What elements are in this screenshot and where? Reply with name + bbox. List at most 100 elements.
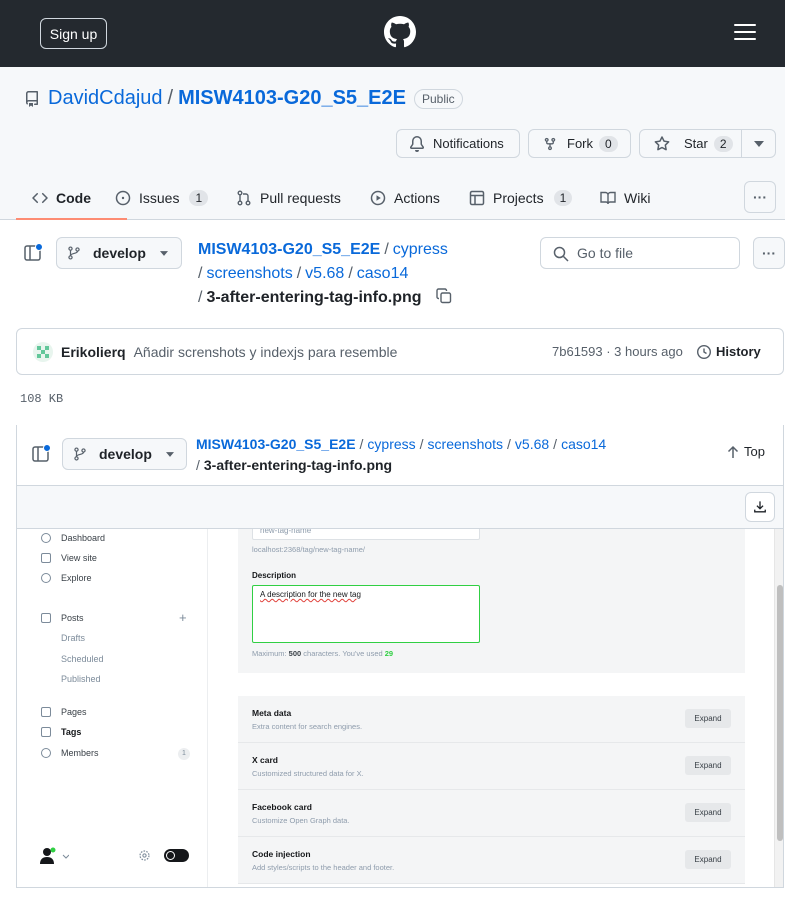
branch-icon bbox=[74, 447, 86, 461]
preview-gear-icon bbox=[139, 850, 150, 861]
side-panel-icon[interactable] bbox=[24, 243, 44, 263]
breadcrumb-filename: 3-after-entering-tag-info.png bbox=[206, 289, 422, 306]
tab-projects[interactable]: Projects 1 bbox=[469, 175, 573, 220]
tab-actions[interactable]: Actions bbox=[370, 175, 440, 220]
tab-actions-label: Actions bbox=[394, 189, 440, 206]
preview-members-count: 1 bbox=[178, 748, 190, 760]
preview-nav-members: Members bbox=[41, 748, 99, 758]
preview-nav-scheduled: Scheduled bbox=[61, 654, 104, 664]
breadcrumb: MISW4103-G20_S5_E2E / cypress / screenshots… bbox=[198, 238, 518, 310]
tab-code-label: Code bbox=[56, 189, 91, 206]
preview-nav-posts: Posts bbox=[41, 613, 84, 623]
sticky-breadcrumb-repo[interactable]: MISW4103-G20_S5_E2E bbox=[196, 436, 356, 452]
github-logo-icon[interactable] bbox=[384, 16, 416, 48]
preview-user-avatar-icon bbox=[40, 847, 69, 864]
preview-section-meta-data: Meta data Extra content for search engine… bbox=[238, 696, 745, 743]
tab-issues-label: Issues bbox=[139, 189, 180, 206]
preview-main: new-tag-name localhost:2368/tag/new-tag-… bbox=[209, 529, 774, 887]
tab-projects-count: 1 bbox=[553, 189, 573, 206]
go-to-file-placeholder: Go to file bbox=[577, 245, 634, 261]
breadcrumb-cypress[interactable]: cypress bbox=[393, 241, 448, 258]
commit-author[interactable]: Erikolierq bbox=[61, 344, 126, 360]
tab-code[interactable]: Code bbox=[32, 175, 91, 220]
preview-nav-dashboard: Dashboard bbox=[41, 533, 105, 543]
tab-projects-label: Projects bbox=[493, 189, 544, 206]
fork-icon bbox=[544, 137, 556, 150]
copy-icon[interactable] bbox=[436, 288, 452, 304]
preview-section-facebook-card: Facebook card Customize Open Graph data. E… bbox=[238, 790, 745, 837]
file-more-options-button[interactable]: ··· bbox=[753, 237, 785, 269]
fork-button[interactable]: Fork 0 bbox=[528, 129, 631, 158]
commit-message[interactable]: Añadir screnshots y indexjs para resembl… bbox=[134, 344, 398, 360]
chevron-down-icon bbox=[159, 250, 168, 256]
sign-up-button[interactable]: Sign up bbox=[40, 18, 107, 49]
breadcrumb-repo[interactable]: MISW4103-G20_S5_E2E bbox=[198, 241, 380, 258]
preview-url-hint: localhost:2368/tag/new-tag-name/ bbox=[252, 545, 365, 554]
sticky-breadcrumb-caso14[interactable]: caso14 bbox=[561, 436, 606, 452]
menu-icon[interactable] bbox=[734, 24, 756, 42]
repo-name-link[interactable]: MISW4103-G20_S5_E2E bbox=[178, 87, 406, 110]
preview-nav-explore: Explore bbox=[41, 573, 92, 583]
sticky-branch-name: develop bbox=[99, 446, 152, 462]
fork-label: Fork bbox=[567, 136, 593, 151]
preview-plus-icon: + bbox=[179, 610, 187, 625]
file-toolbar bbox=[16, 485, 784, 529]
image-preview: Dashboard View site Explore Posts + Draf… bbox=[16, 529, 784, 888]
star-dropdown-icon[interactable] bbox=[754, 141, 764, 147]
pull-request-icon bbox=[237, 190, 251, 205]
sticky-breadcrumb-filename: 3-after-entering-tag-info.png bbox=[203, 457, 393, 473]
sticky-breadcrumb-screenshots[interactable]: screenshots bbox=[428, 436, 503, 452]
sticky-breadcrumb: MISW4103-G20_S5_E2E / cypress / screenshots /… bbox=[196, 436, 607, 473]
top-label: Top bbox=[744, 444, 765, 459]
notifications-label: Notifications bbox=[433, 136, 504, 151]
chevron-down-icon bbox=[165, 451, 174, 457]
notifications-button[interactable]: Notifications bbox=[396, 129, 520, 158]
history-button[interactable]: History bbox=[696, 344, 761, 360]
file-size: 108 KB bbox=[20, 392, 64, 406]
avatar[interactable] bbox=[33, 341, 53, 362]
sticky-branch-selector[interactable]: develop bbox=[62, 438, 187, 470]
go-to-file-input[interactable]: Go to file bbox=[540, 237, 740, 269]
star-icon bbox=[654, 135, 670, 150]
top-button[interactable]: Top bbox=[727, 444, 765, 459]
repo-separator: / bbox=[167, 87, 174, 109]
tab-wiki[interactable]: Wiki bbox=[600, 175, 650, 220]
fork-count: 0 bbox=[599, 135, 618, 152]
preview-nav-drafts: Drafts bbox=[61, 633, 86, 643]
repo-owner-link[interactable]: DavidCdajud bbox=[48, 87, 163, 110]
commit-sha-time[interactable]: 7b61593 · 3 hours ago bbox=[552, 344, 683, 359]
preview-section-code-injection: Code injection Add styles/scripts to the … bbox=[238, 837, 745, 884]
preview-nav-pages: Pages bbox=[41, 707, 87, 717]
branch-name: develop bbox=[93, 245, 146, 261]
book-icon bbox=[600, 191, 616, 204]
preview-character-counter: Maximum: 500 characters. You've used 29 bbox=[252, 649, 394, 658]
breadcrumb-version[interactable]: v5.68 bbox=[305, 265, 344, 282]
tab-wiki-label: Wiki bbox=[624, 189, 651, 206]
history-icon bbox=[696, 344, 712, 359]
code-icon bbox=[32, 192, 48, 203]
preview-nav-published: Published bbox=[61, 674, 101, 684]
sticky-breadcrumb-cypress[interactable]: cypress bbox=[367, 436, 415, 452]
visibility-badge: Public bbox=[413, 88, 463, 109]
tab-issues-count: 1 bbox=[189, 189, 209, 206]
breadcrumb-caso14[interactable]: caso14 bbox=[357, 265, 409, 282]
preview-nav-tags: Tags bbox=[41, 727, 81, 737]
preview-slug-input: new-tag-name bbox=[252, 529, 480, 540]
tab-pull-requests-label: Pull requests bbox=[260, 189, 341, 206]
star-count: 2 bbox=[713, 135, 733, 152]
tab-issues[interactable]: Issues 1 bbox=[115, 175, 209, 220]
more-options-button[interactable]: ··· bbox=[744, 181, 776, 213]
arrow-up-icon bbox=[727, 445, 739, 458]
tab-pull-requests[interactable]: Pull requests bbox=[236, 175, 341, 220]
preview-sidebar: Dashboard View site Explore Posts + Draf… bbox=[17, 529, 208, 887]
branch-selector[interactable]: develop bbox=[56, 237, 182, 269]
sticky-breadcrumb-version[interactable]: v5.68 bbox=[515, 436, 549, 452]
preview-section-x-card: X card Customized structured data for X. E… bbox=[238, 743, 745, 790]
download-button[interactable] bbox=[745, 492, 775, 522]
sticky-side-panel-icon[interactable] bbox=[32, 444, 52, 464]
preview-scrollbar bbox=[774, 529, 783, 887]
star-button[interactable]: Star 2 bbox=[639, 129, 776, 158]
branch-icon bbox=[68, 246, 80, 260]
active-tab-indicator bbox=[16, 218, 127, 220]
breadcrumb-screenshots[interactable]: screenshots bbox=[206, 265, 292, 282]
